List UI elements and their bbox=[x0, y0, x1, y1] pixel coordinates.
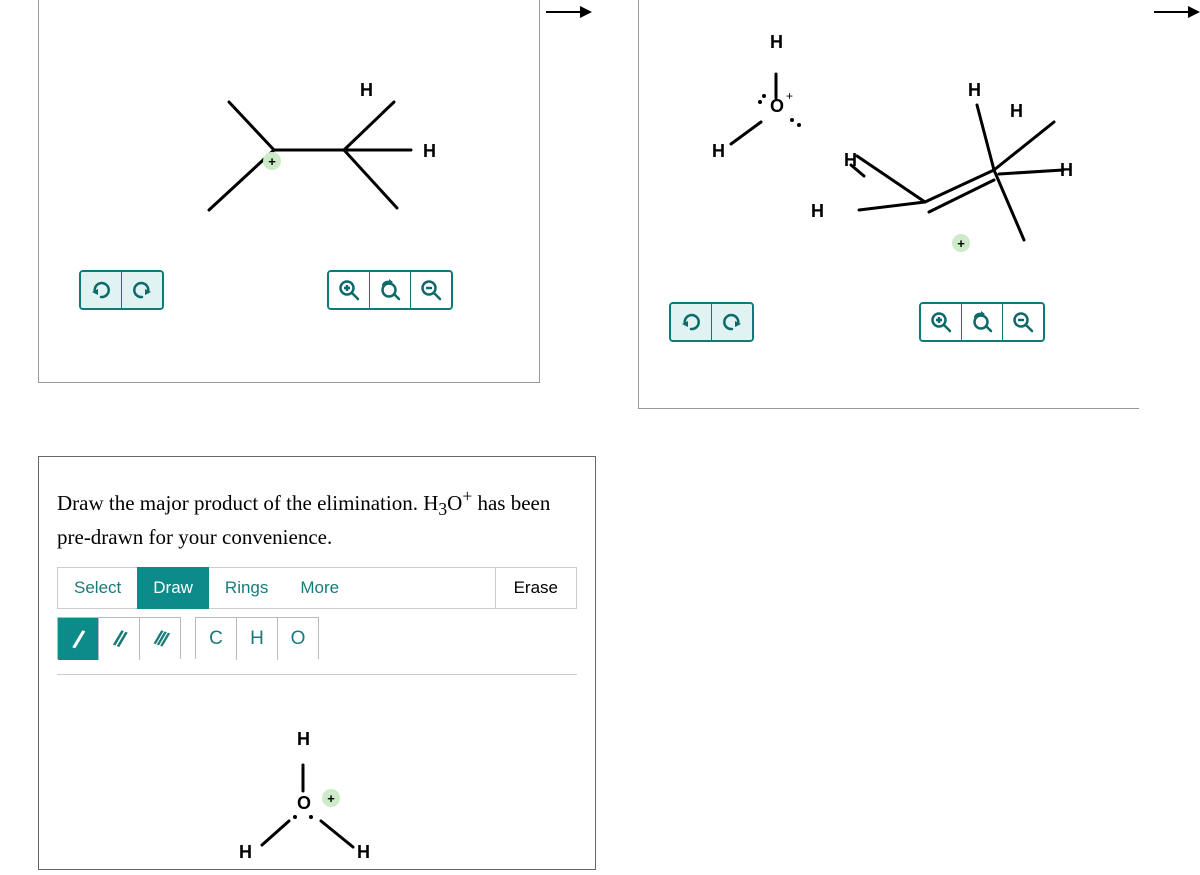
oxygen-tool[interactable]: O bbox=[277, 618, 318, 660]
zoom-group-r bbox=[919, 302, 1045, 342]
redo-button[interactable] bbox=[711, 304, 752, 340]
bond-tools: / // /// bbox=[57, 617, 181, 659]
single-bond-tool[interactable]: / bbox=[58, 618, 98, 660]
charge-plus: + bbox=[263, 152, 281, 170]
structure-panel-right: O H H + bbox=[638, 0, 1139, 409]
reaction-arrow-2 bbox=[1154, 6, 1200, 18]
tab-more[interactable]: More bbox=[284, 567, 355, 609]
zoom-reset-button[interactable] bbox=[961, 304, 1002, 340]
draw-tools-toolbar: / // /// C H O bbox=[57, 617, 319, 659]
zoom-out-button[interactable] bbox=[410, 272, 451, 308]
atom-H5: H bbox=[1060, 160, 1073, 181]
undo-button[interactable] bbox=[81, 272, 121, 308]
zoom-group bbox=[327, 270, 453, 310]
hydrogen-tool[interactable]: H bbox=[236, 618, 277, 660]
structure-panel-left: H H + bbox=[38, 0, 540, 383]
atom-H2: H bbox=[811, 201, 824, 222]
atom-H-top: H bbox=[360, 80, 373, 101]
tab-rings[interactable]: Rings bbox=[209, 567, 284, 609]
undo-button[interactable] bbox=[671, 304, 711, 340]
undo-redo-group-r bbox=[669, 302, 754, 342]
redo-button[interactable] bbox=[121, 272, 162, 308]
atom-H3: H bbox=[968, 80, 981, 101]
hydronium-bonds: + bbox=[714, 40, 814, 160]
zoom-reset-button[interactable] bbox=[369, 272, 410, 308]
svg-text:+: + bbox=[786, 89, 793, 103]
mode-toolbar: Select Draw Rings More Erase bbox=[57, 567, 577, 609]
triple-bond-tool[interactable]: /// bbox=[139, 618, 180, 660]
zoom-out-button[interactable] bbox=[1002, 304, 1043, 340]
carbon-tool[interactable]: C bbox=[196, 618, 236, 660]
atom-H1: H bbox=[844, 150, 857, 171]
erase-button[interactable]: Erase bbox=[495, 567, 577, 609]
undo-redo-group bbox=[79, 270, 164, 310]
question-panel: Draw the major product of the eliminatio… bbox=[38, 456, 596, 870]
canvas-bonds bbox=[239, 735, 399, 875]
zoom-in-button[interactable] bbox=[329, 272, 369, 308]
question-prompt: Draw the major product of the eliminatio… bbox=[57, 483, 577, 554]
reaction-arrow-1 bbox=[546, 6, 592, 18]
double-bond-tool[interactable]: // bbox=[98, 618, 139, 660]
tab-draw[interactable]: Draw bbox=[137, 567, 209, 609]
zoom-in-button[interactable] bbox=[921, 304, 961, 340]
charge-plus-right: + bbox=[952, 234, 970, 252]
atom-H4: H bbox=[1010, 101, 1023, 122]
element-tools: C H O bbox=[195, 617, 319, 659]
atom-H-right: H bbox=[423, 141, 436, 162]
molecule-left bbox=[179, 60, 439, 240]
tab-select[interactable]: Select bbox=[57, 567, 137, 609]
drawing-canvas[interactable]: O H H H + bbox=[39, 675, 595, 869]
